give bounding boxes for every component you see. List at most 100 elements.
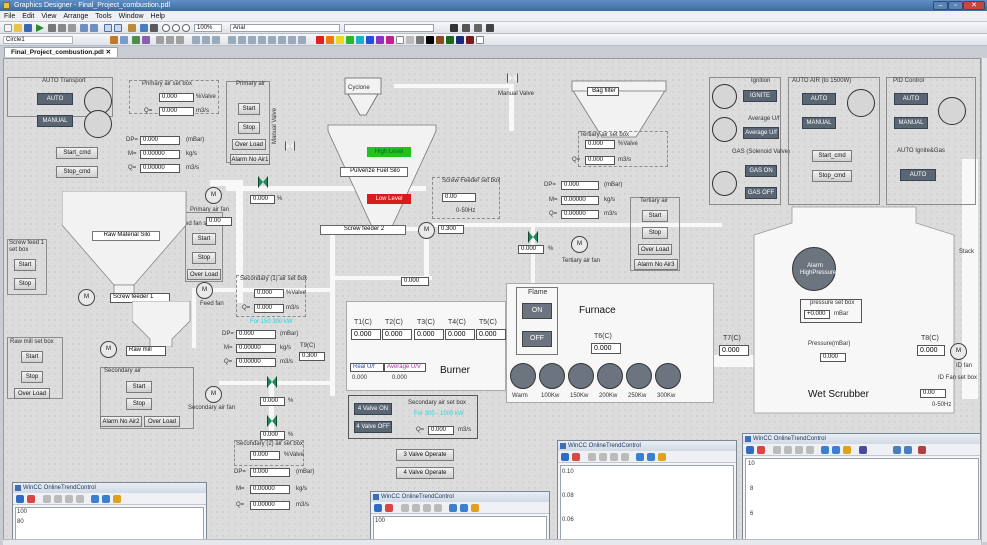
valve-off-button[interactable]: 4 Valve OFF [354,421,392,433]
new-icon[interactable] [4,24,12,32]
run-icon[interactable] [36,24,44,32]
print-icon[interactable] [893,446,901,454]
sec2-q-field[interactable]: 0.00000 [250,501,290,510]
primary-stop-button[interactable]: Stop [238,122,260,134]
color-brown-icon[interactable] [436,36,444,44]
color-darkgreen-icon[interactable] [446,36,454,44]
primary-fan-field[interactable]: 0.000 [250,195,275,204]
raw-stop-button[interactable]: Stop [21,371,43,383]
sec2-m-field[interactable]: 0.00000 [250,485,290,494]
front-icon[interactable] [228,36,236,44]
layers-icon[interactable] [128,24,136,32]
previous-icon[interactable] [599,453,607,461]
manual-valve-left-icon[interactable] [285,141,295,151]
stop-icon[interactable] [859,446,867,454]
raw-start-button[interactable]: Start [21,351,43,363]
settings-icon[interactable] [918,446,926,454]
zoom-in-icon[interactable] [162,24,170,32]
zoom-icon[interactable] [449,504,457,512]
screw-feeder-field[interactable]: 0.00 [442,193,476,202]
zoom-select[interactable]: 100% [194,24,222,32]
trend-control-4[interactable]: WinCC OnlineTrendControl 10 8 6 [742,433,980,541]
id-fan-motor[interactable]: M [950,343,967,360]
first-icon[interactable] [43,495,51,503]
color-orange-icon[interactable] [326,36,334,44]
zoom-icon[interactable] [91,495,99,503]
sec2-dp-field[interactable]: 0.000 [250,468,290,477]
zoom-fit-icon[interactable] [182,24,190,32]
primary-air-q-field[interactable]: 0.000 [159,107,194,116]
dp-field[interactable]: 0.000 [140,136,180,145]
color-white-icon[interactable] [396,36,404,44]
line-style-icon[interactable] [462,24,470,32]
sec-q-field[interactable]: 0.00000 [236,358,276,367]
document-tab[interactable]: Final_Project_combustion.pdl ✕ [4,47,119,57]
tertiary-fan-motor[interactable]: M [571,236,588,253]
start-cmd-button[interactable]: Start_cmd [56,147,98,159]
vertical-scrollbar[interactable] [981,58,987,542]
same-width-icon[interactable] [192,36,200,44]
undo-icon[interactable] [80,24,88,32]
tert-dp-field[interactable]: 0.000 [561,181,599,190]
four-valve-button[interactable]: 4 Valve Operate [396,467,454,479]
menu-window[interactable]: Window [119,11,144,21]
properties-icon[interactable] [140,24,148,32]
align-left-icon[interactable] [156,36,164,44]
previous-icon[interactable] [54,495,62,503]
id-fan-field[interactable]: 0.00 [920,389,946,398]
move-icon[interactable] [102,495,110,503]
next-icon[interactable] [795,446,803,454]
screw-feeder1-motor[interactable]: M [78,289,95,306]
minimize-button[interactable]: – [933,1,948,10]
snap-icon[interactable] [114,24,122,32]
horizontal-scrollbar[interactable] [3,539,981,545]
alarm-no-air1-button[interactable]: Alarm No Air1 [230,154,270,165]
secondary-air-q-field[interactable]: 0.000 [428,426,454,435]
ruler-icon[interactable] [658,453,666,461]
move-icon[interactable] [460,504,468,512]
secondary-start-button[interactable]: Start [126,381,152,393]
screw-feeder2-motor[interactable]: M [418,222,435,239]
color-red-icon[interactable] [316,36,324,44]
t6-field[interactable]: 0.000 [591,343,621,354]
next-icon[interactable] [65,495,73,503]
zoom-icon[interactable] [821,446,829,454]
last-icon[interactable] [621,453,629,461]
pressure-set-field[interactable]: +0.000 [804,310,830,319]
color-lightgray-icon[interactable] [406,36,414,44]
pid-auto-button[interactable]: AUTO [894,93,928,105]
align-center-icon[interactable] [166,36,174,44]
feed-overload-button[interactable]: Over Load [187,269,221,280]
feed-stop-button[interactable]: Stop [192,252,216,264]
close-button[interactable]: ✕ [963,1,985,10]
ruler-icon[interactable] [471,504,479,512]
last-icon[interactable] [434,504,442,512]
save-icon[interactable] [24,24,32,32]
t1-field[interactable]: 0.000 [351,329,381,340]
sec-dp-field[interactable]: 0.000 [236,330,276,339]
flame-off-button[interactable]: OFF [522,331,552,347]
m-field[interactable]: 0.00000 [140,150,180,159]
pid-manual-button[interactable]: MANUAL [894,117,928,129]
tert-q2-field[interactable]: 0.00000 [561,210,599,219]
maximize-button[interactable]: ▫ [948,1,963,10]
valve-on-button[interactable]: 4 Valve ON [354,403,392,415]
copy-icon[interactable] [58,24,66,32]
first-icon[interactable] [588,453,596,461]
color-purple-icon[interactable] [376,36,384,44]
secondary-fan-motor[interactable]: M [205,386,222,403]
fill-color-icon[interactable] [474,24,482,32]
previous-icon[interactable] [784,446,792,454]
object-name-field[interactable]: Circle1 [3,36,73,44]
feed-fan-field[interactable]: 0.00 [206,217,232,226]
raw-mill-motor[interactable]: M [100,341,117,358]
tertiary-pct-field[interactable]: 0.000 [585,140,615,149]
t8-field[interactable]: 0.000 [917,345,945,356]
auto-air-manual-button[interactable]: MANUAL [802,117,836,129]
tertiary-q-field[interactable]: 0.000 [585,156,615,165]
screw-motor-field[interactable]: 0.300 [438,225,464,234]
tertiary-fan-field[interactable]: 0.000 [518,245,544,254]
auto-ignite-button[interactable]: AUTO [900,169,936,181]
color-black-icon[interactable] [426,36,434,44]
trend-control-1[interactable]: WinCC OnlineTrendControl 100 80 [12,482,207,541]
